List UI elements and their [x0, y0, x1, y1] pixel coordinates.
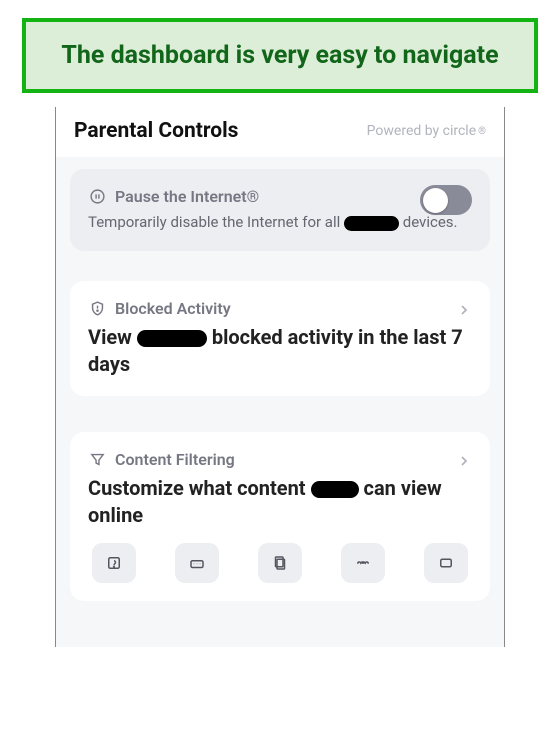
pause-title: Pause the Internet® [115, 187, 259, 206]
shield-alert-icon [88, 299, 106, 317]
filter-categories-row [88, 543, 472, 583]
pause-toggle[interactable] [420, 185, 472, 215]
blocked-body: View blocked activity in the last 7 days [88, 324, 472, 378]
toggle-knob [423, 188, 448, 213]
pause-icon [88, 188, 106, 206]
powered-by-label: Powered by circle® [367, 123, 486, 139]
category-btn-2[interactable] [175, 543, 219, 583]
chevron-right-icon [456, 299, 472, 323]
filtering-title: Content Filtering [115, 450, 235, 469]
header: Parental Controls Powered by circle® [56, 107, 504, 157]
powered-by-text: Powered by circle [367, 123, 476, 139]
blocked-activity-card[interactable]: Blocked Activity View blocked activity i… [70, 281, 490, 396]
chevron-right-icon [456, 450, 472, 474]
pause-card-head: Pause the Internet® [88, 187, 472, 206]
pause-desc-post: devices. [403, 213, 458, 231]
page-title: Parental Controls [74, 119, 238, 143]
category-btn-4[interactable] [341, 543, 385, 583]
pause-desc-pre: Temporarily disable the Internet for all [88, 213, 340, 231]
filter-icon [88, 450, 106, 468]
content-filtering-card[interactable]: Content Filtering Customize what content… [70, 432, 490, 601]
redacted-text [344, 216, 399, 231]
blocked-title: Blocked Activity [115, 299, 231, 318]
caption-text: The dashboard is very easy to navigate [36, 40, 524, 71]
filtering-card-head: Content Filtering [88, 450, 472, 469]
redacted-text [311, 481, 359, 498]
blocked-card-head: Blocked Activity [88, 299, 472, 318]
blocked-body-pre: View [88, 325, 132, 349]
registered-symbol: ® [478, 126, 486, 137]
redacted-text [137, 330, 207, 347]
app-screen: Parental Controls Powered by circle® Pau… [55, 107, 505, 647]
category-btn-3[interactable] [258, 543, 302, 583]
category-btn-1[interactable] [92, 543, 136, 583]
filtering-body: Customize what content can view online [88, 475, 472, 529]
category-btn-5[interactable] [424, 543, 468, 583]
pause-description: Temporarily disable the Internet for all… [88, 212, 472, 232]
pause-internet-card: Pause the Internet® Temporarily disable … [70, 169, 490, 250]
caption-banner: The dashboard is very easy to navigate [22, 18, 538, 93]
filtering-body-pre: Customize what content [88, 476, 306, 500]
